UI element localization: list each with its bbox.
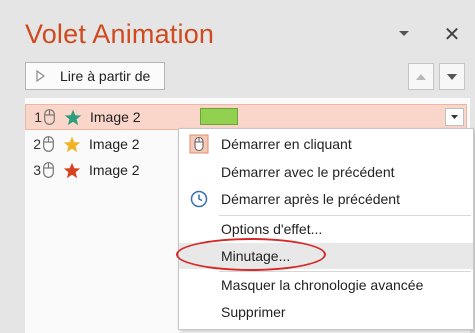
triangle-down-icon [451,115,458,119]
menu-item-start-on-click[interactable]: Démarrer en cliquant [179,131,473,157]
animation-name: Image 2 [89,162,140,178]
exit-star-icon [63,162,83,179]
menu-item-hide-advanced-timeline[interactable]: Masquer la chronologie avancée [179,272,473,298]
menu-item-start-after-previous[interactable]: Démarrer après le précédent [179,186,473,212]
animation-number: 1 [34,109,42,125]
pane-options-dropdown[interactable] [395,26,413,42]
animation-context-menu: Démarrer en cliquant Démarrer avec le pr… [178,128,474,330]
triangle-up-icon [416,73,426,80]
menu-item-label: Options d'effet... [221,221,323,237]
menu-item-start-with-previous[interactable]: Démarrer avec le précédent [179,159,473,185]
menu-item-label: Démarrer en cliquant [221,136,352,152]
animation-name: Image 2 [89,136,140,152]
play-from-label: Lire à partir de [60,68,151,84]
triangle-down-icon [447,73,457,80]
animation-number: 3 [33,162,41,178]
move-later-button[interactable] [439,63,465,90]
mouse-click-icon [43,135,57,153]
menu-item-effect-options[interactable]: Options d'effet... [179,216,473,242]
menu-item-timing[interactable]: Minutage... [179,243,473,269]
move-earlier-button[interactable] [408,63,434,90]
menu-item-label: Masquer la chronologie avancée [221,277,424,293]
menu-item-remove[interactable]: Supprimer [179,299,473,325]
entrance-star-icon [64,109,84,126]
close-icon: ✕ [443,23,461,46]
play-icon [36,70,50,82]
mouse-icon [179,131,219,157]
menu-item-label: Minutage... [221,248,291,264]
animation-row-dropdown-button[interactable] [445,108,464,126]
mouse-click-icon [43,161,57,179]
pane-title: Volet Animation [25,19,215,49]
animation-row-1[interactable]: 1 Image 2 [25,104,467,130]
animation-pane: Volet Animation ✕ Lire à partir de 1 Ima… [0,0,475,333]
mouse-click-icon [44,108,58,126]
menu-item-label: Démarrer avec le précédent [221,164,395,180]
play-from-button[interactable]: Lire à partir de [25,62,165,90]
animation-name: Image 2 [90,109,141,125]
clock-icon [179,186,219,212]
pane-close-button[interactable]: ✕ [440,22,464,46]
menu-item-label: Supprimer [221,304,286,320]
emphasis-star-icon [63,136,83,153]
animation-number: 2 [33,136,41,152]
advanced-timeline-bar[interactable] [200,108,238,125]
menu-item-label: Démarrer après le précédent [221,191,400,207]
chevron-down-icon [399,31,409,36]
